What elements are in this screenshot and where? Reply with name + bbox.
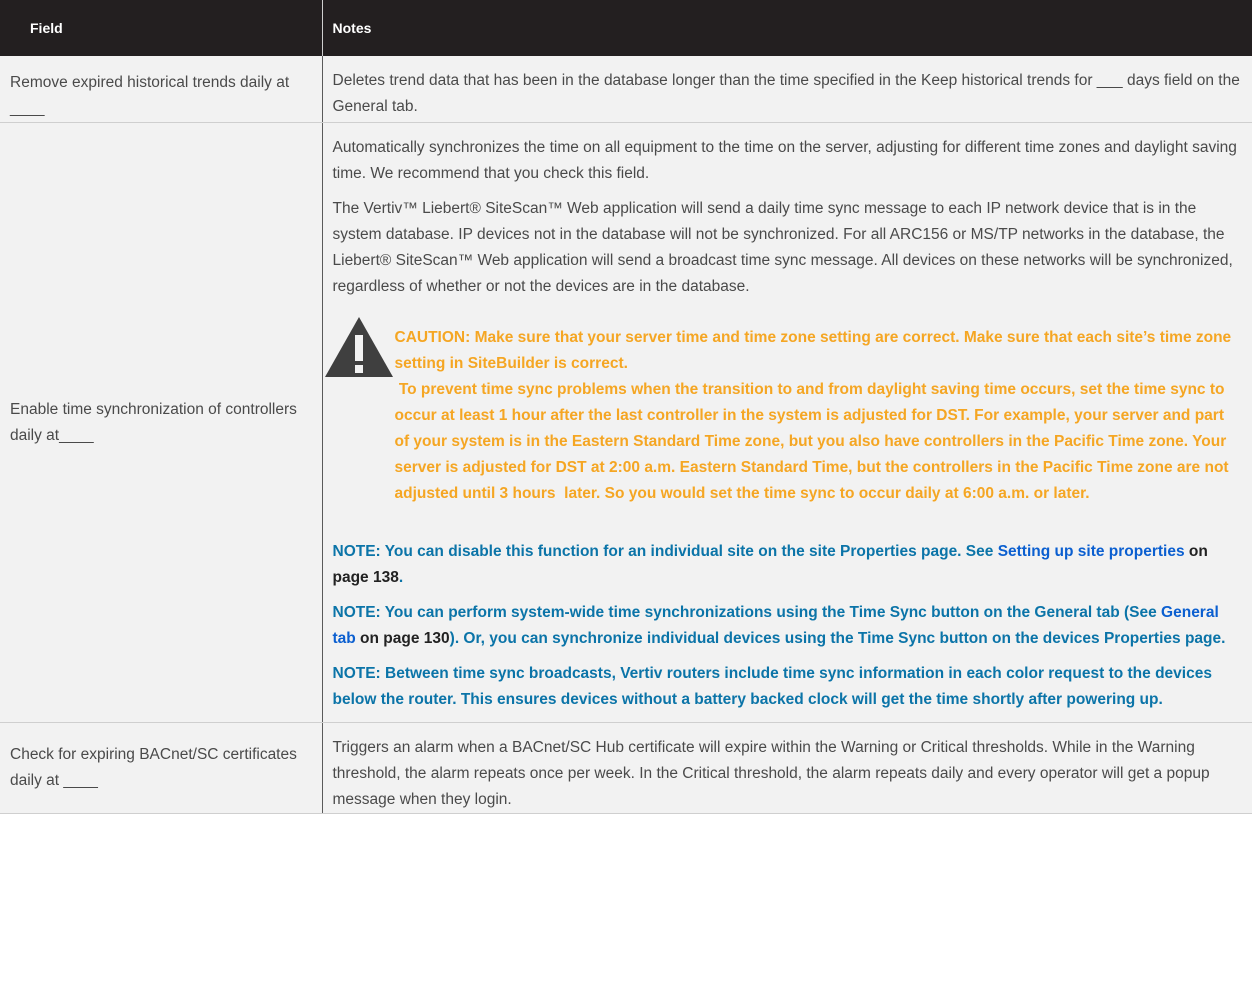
table-header-row: Field Notes [0, 0, 1252, 56]
table-row: Check for expiring BACnet/SC certificate… [0, 722, 1252, 814]
column-header-notes: Notes [321, 0, 1252, 56]
note-disable-site: NOTE: You can disable this function for … [333, 539, 1241, 591]
notes-paragraph: Automatically synchronizes the time on a… [332, 139, 1237, 182]
field-cell: Enable time synchronization of controlle… [0, 122, 323, 723]
table-row: Remove expired historical trends daily a… [0, 56, 1252, 123]
field-cell: Check for expiring BACnet/SC certificate… [0, 722, 323, 814]
caution-line: CAUTION: Make sure that your server time… [394, 329, 1236, 372]
settings-table: Field Notes Remove expired historical tr… [0, 0, 1252, 814]
note-system-wide-sync: NOTE: You can perform system-wide time s… [333, 600, 1241, 652]
notes-cell: Triggers an alarm when a BACnet/SC Hub c… [322, 722, 1252, 814]
note-text: NOTE: You can perform system-wide time s… [332, 604, 1162, 621]
field-cell: Remove expired historical trends daily a… [0, 56, 323, 123]
caution-line: To prevent time sync problems when the t… [394, 381, 1233, 502]
note-text: ). Or, you can synchronize individual de… [449, 630, 1226, 647]
note-text: . [398, 569, 404, 586]
caution-block: CAUTION: Make sure that your server time… [323, 315, 1241, 507]
warning-triangle-icon [324, 317, 393, 377]
column-header-field: Field [0, 0, 322, 56]
setting-up-site-properties-link[interactable]: Setting up site properties [998, 543, 1185, 560]
notes-paragraph: The Vertiv™ Liebert® SiteScan™ Web appli… [332, 200, 1233, 295]
notes-cell: Automatically synchronizes the time on a… [322, 122, 1252, 723]
note-text: NOTE: You can disable this function for … [332, 543, 998, 560]
caution-text: CAUTION: Make sure that your server time… [395, 325, 1241, 507]
notes-cell: Deletes trend data that has been in the … [322, 56, 1252, 123]
table-row: Enable time synchronization of controlle… [0, 122, 1252, 723]
page-reference: on page 130 [355, 630, 450, 647]
note-router-sync: NOTE: Between time sync broadcasts, Vert… [332, 665, 1212, 708]
